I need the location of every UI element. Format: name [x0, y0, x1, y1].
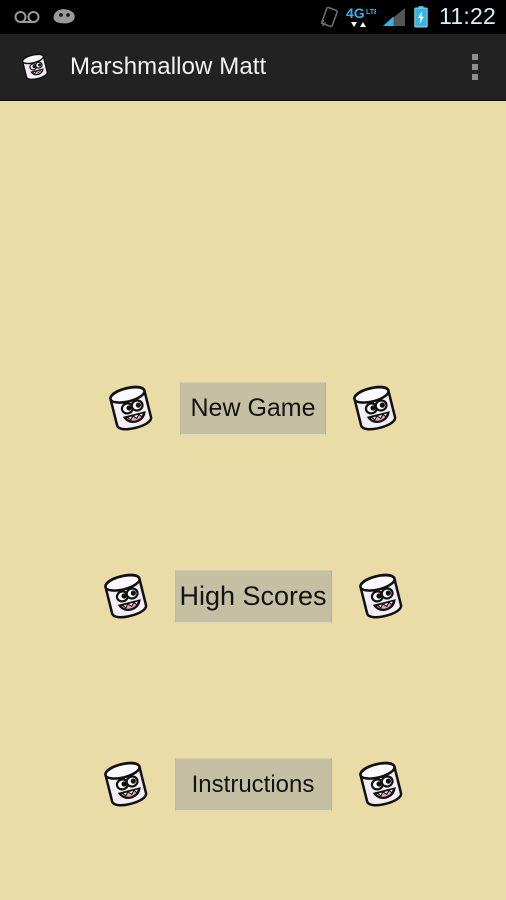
voicemail-icon	[14, 11, 40, 23]
marshmallow-character-icon	[353, 385, 397, 431]
status-bar: 4G LTE 11:22	[0, 0, 506, 34]
overflow-dot-2	[472, 64, 478, 70]
marshmallow-character-icon	[358, 761, 402, 807]
marshmallow-character-icon	[109, 385, 153, 431]
new-game-button[interactable]: New Game	[180, 382, 326, 436]
high-scores-button[interactable]: High Scores	[174, 570, 332, 624]
status-bar-system-icons: 4G LTE 11:22	[320, 5, 496, 29]
marshmallow-character-icon	[103, 761, 147, 807]
action-bar: Marshmallow Matt	[0, 34, 506, 101]
overflow-dot-3	[472, 74, 478, 80]
menu-row-high-scores: High Scores	[0, 564, 506, 630]
status-bar-notification-icons	[14, 8, 76, 26]
overflow-menu-button[interactable]	[452, 39, 498, 95]
main-menu: New Game High Scores Instructions	[0, 101, 506, 900]
app-title: Marshmallow Matt	[70, 53, 267, 80]
menu-row-new-game: New Game	[0, 376, 506, 442]
instructions-button[interactable]: Instructions	[174, 758, 332, 812]
status-bar-clock: 11:22	[439, 3, 496, 29]
signal-bars-icon	[383, 8, 406, 26]
svg-text:4G: 4G	[346, 5, 365, 21]
overflow-dot-1	[472, 54, 478, 60]
network-4g-icon: 4G LTE	[346, 5, 376, 27]
menu-row-instructions: Instructions	[0, 752, 506, 818]
android-mascot-icon	[53, 9, 75, 24]
svg-text:LTE: LTE	[366, 9, 376, 16]
rotation-lock-icon	[320, 6, 339, 28]
battery-charging-icon	[414, 6, 428, 28]
marshmallow-matt-app-icon	[21, 53, 48, 81]
app-screen: 4G LTE 11:22	[0, 0, 506, 900]
marshmallow-character-icon	[103, 573, 147, 619]
marshmallow-character-icon	[358, 573, 402, 619]
